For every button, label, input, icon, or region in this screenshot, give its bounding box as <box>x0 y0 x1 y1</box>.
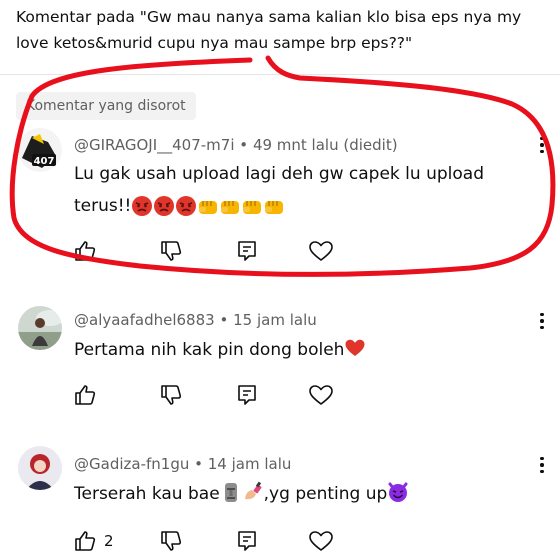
avatar[interactable] <box>18 306 62 350</box>
reply-button[interactable] <box>234 382 260 408</box>
timestamp: 15 jam lalu <box>233 311 317 329</box>
reply-icon <box>237 531 256 551</box>
heart-outline-icon <box>308 531 333 551</box>
meta-separator: • <box>219 311 229 329</box>
avatar-image <box>18 446 62 490</box>
author-name[interactable]: @GIRAGOJI__407-m7i <box>74 136 235 154</box>
dislike-button[interactable] <box>158 528 184 554</box>
divider <box>0 74 560 75</box>
timestamp: 14 jam lalu <box>207 455 292 473</box>
angry-face-icon <box>132 196 153 216</box>
heart-button[interactable] <box>308 382 334 408</box>
reply-icon <box>238 385 256 405</box>
avatar[interactable] <box>18 446 62 490</box>
fist-icon <box>221 201 240 214</box>
comment-meta: @GIRAGOJI__407-m7i • 49 mnt lalu (diedit… <box>74 136 398 154</box>
fist-icon <box>265 201 284 214</box>
like-button[interactable] <box>72 382 98 408</box>
comment-text-part2: ,yg penting up <box>263 484 388 504</box>
comment-meta: @Gadiza-fn1gu • 14 jam lalu <box>74 455 291 473</box>
red-annotation-scribble <box>9 55 556 277</box>
like-count: 2 <box>104 532 114 550</box>
smiling-devil-icon <box>388 482 408 502</box>
thumbs-up-icon <box>75 241 96 261</box>
thumbs-up-icon <box>75 385 96 405</box>
reply-button[interactable] <box>234 238 260 264</box>
avatar-image: 407 <box>18 128 62 172</box>
thumbs-down-icon <box>161 241 182 261</box>
dislike-button[interactable] <box>158 238 184 264</box>
highlighted-comment-chip: Komentar yang disorot <box>16 92 196 120</box>
svg-text:407: 407 <box>34 156 55 167</box>
angry-face-icon <box>176 196 197 216</box>
comment-actions <box>72 238 334 264</box>
heart-button[interactable] <box>308 238 334 264</box>
comment-text: Lu gak usah upload lagi deh gw capek lu … <box>74 158 534 222</box>
reply-button[interactable] <box>234 528 260 554</box>
moai-icon <box>224 483 237 502</box>
thumbs-down-icon <box>160 531 181 551</box>
thumbs-down-icon <box>161 385 182 405</box>
comment-actions <box>72 382 334 408</box>
author-name[interactable]: @Gadiza-fn1gu <box>74 455 189 473</box>
timestamp: 49 mnt lalu (diedit) <box>252 136 398 154</box>
like-button[interactable] <box>72 528 98 554</box>
comment-context: Komentar pada "Gw mau nanya sama kalian … <box>16 8 522 52</box>
meta-separator: • <box>239 136 249 154</box>
author-name[interactable]: @alyaafadhel6883 <box>74 311 215 329</box>
avatar-image <box>18 306 62 350</box>
comment-actions: 2 <box>72 528 334 554</box>
angry-face-icon <box>154 196 175 216</box>
like-button[interactable] <box>72 238 98 264</box>
more-options-button[interactable] <box>532 452 552 478</box>
emoji-row <box>131 195 285 217</box>
more-options-button[interactable] <box>532 308 552 334</box>
reply-icon <box>238 241 256 261</box>
comment-text: Terserah kau bae ,yg penting up <box>74 478 534 510</box>
avatar[interactable]: 407 <box>18 128 62 172</box>
meta-separator: • <box>194 455 203 473</box>
dislike-button[interactable] <box>158 382 184 408</box>
red-heart-icon <box>345 339 365 356</box>
fist-icon <box>199 201 218 214</box>
more-options-button[interactable] <box>532 132 552 158</box>
comment-text-main: Pertama nih kak pin dong boleh <box>74 340 345 360</box>
heart-outline-icon <box>309 241 333 261</box>
comment-text-part1: Terserah kau bae <box>74 484 220 504</box>
heart-outline-icon <box>309 385 333 405</box>
thumbs-up-icon <box>75 531 96 551</box>
heart-button[interactable] <box>308 528 334 554</box>
fist-icon <box>243 201 262 214</box>
comment-meta: @alyaafadhel6883 • 15 jam lalu <box>74 311 317 329</box>
comment-text: Pertama nih kak pin dong boleh <box>74 334 534 366</box>
nail-polish-icon <box>244 481 262 500</box>
